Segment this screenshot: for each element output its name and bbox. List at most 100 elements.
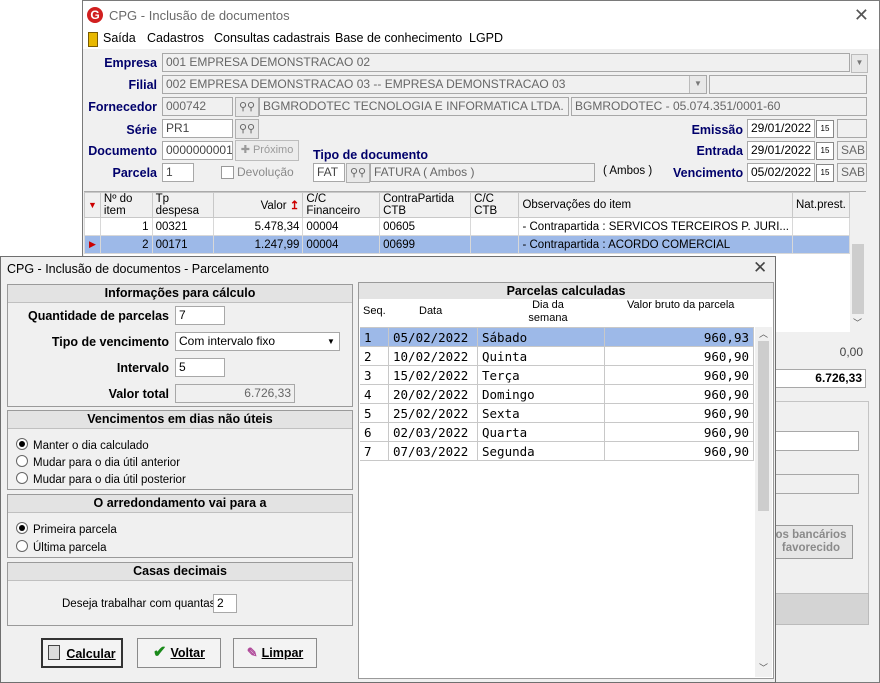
menu-consultas[interactable]: Consultas cadastrais xyxy=(214,31,330,45)
emissao-field[interactable]: 29/01/2022 xyxy=(747,119,815,138)
radio-dot xyxy=(16,455,28,467)
radio-dia-util-posterior[interactable]: Mudar para o dia útil posterior xyxy=(16,472,186,486)
grid-header-valor[interactable]: Valor ↥ xyxy=(212,192,304,218)
entrada-field[interactable]: 29/01/2022 xyxy=(747,141,815,160)
chevron-down-icon[interactable]: ﹀ xyxy=(853,316,862,329)
devolucao-checkbox[interactable] xyxy=(221,166,234,179)
radio-primeira-parcela[interactable]: Primeira parcela xyxy=(16,522,117,536)
vencimento-day-field: SAB xyxy=(837,163,867,182)
chevron-down-icon[interactable]: ▼ xyxy=(851,54,868,73)
grid-cell: - Contrapartida : SERVICOS TERCEIROS P. … xyxy=(518,217,793,236)
filial-select[interactable]: 002 EMPRESA DEMONSTRACAO 03 -- EMPRESA D… xyxy=(162,75,707,94)
parcelas-list: 1 05/02/2022 Sábado 960,93 2 10/02/2022 Quinta… xyxy=(360,327,754,678)
fornecedor-code-field[interactable]: 000742 xyxy=(162,97,233,116)
checkmark-icon: ✔ xyxy=(153,644,167,661)
calendar-icon[interactable]: 15 xyxy=(816,142,834,160)
calendar-icon[interactable]: 15 xyxy=(816,164,834,182)
parcela-label: Parcela xyxy=(112,166,157,180)
parcela-dia-cell: Terça xyxy=(477,365,605,385)
casas-decimais-field[interactable]: 2 xyxy=(213,594,237,613)
parcela-valor-cell: 960,90 xyxy=(604,346,754,366)
close-icon[interactable]: ✕ xyxy=(854,5,869,26)
radio-dia-util-anterior[interactable]: Mudar para o dia útil anterior xyxy=(16,455,180,469)
menu-saida[interactable]: Saída xyxy=(103,31,136,45)
close-icon[interactable]: ✕ xyxy=(753,258,767,278)
menu-cadastros[interactable]: Cadastros xyxy=(147,31,204,45)
table-row[interactable]: 4 20/02/2022 Domingo 960,90 xyxy=(360,384,754,404)
calendar-icon[interactable]: 15 xyxy=(816,120,834,138)
parcelas-scrollbar[interactable]: ︿ ﹀ xyxy=(755,327,772,677)
grid-cell: 00321 xyxy=(151,217,214,236)
grid-header-nat-prest[interactable]: Nat.prest. xyxy=(791,192,851,218)
parcela-dia-cell: Sábado xyxy=(477,328,605,347)
limpar-button[interactable]: ✎ Limpar xyxy=(233,638,317,668)
table-row[interactable]: 7 07/03/2022 Segunda 960,90 xyxy=(360,441,754,461)
table-row[interactable]: ▶ 2 00171 1.247,99 00004 00699 - Contrap… xyxy=(84,235,851,254)
tipo-vencimento-select[interactable]: Com intervalo fixo ▼ xyxy=(175,332,340,351)
table-row[interactable]: 1 00321 5.478,34 00004 00605 - Contrapar… xyxy=(84,217,851,236)
proximo-button[interactable]: ✚ Próximo xyxy=(235,140,299,161)
grid-header-observacoes[interactable]: Observações do item xyxy=(518,192,793,218)
grid-header-cc-ctb[interactable]: C/C CTB xyxy=(470,192,520,218)
grid-header-item[interactable]: Nº do item xyxy=(99,192,153,218)
radio-manter-dia[interactable]: Manter o dia calculado xyxy=(16,438,149,452)
table-row[interactable]: 1 05/02/2022 Sábado 960,93 xyxy=(360,328,754,347)
col-valor-bruto: Valor bruto da parcela xyxy=(627,299,735,311)
parcela-valor-cell: 960,90 xyxy=(604,422,754,442)
table-row[interactable]: 3 15/02/2022 Terça 960,90 xyxy=(360,365,754,385)
fornecedor-name-field: BGMRODOTEC TECNOLOGIA E INFORMATICA LTDA… xyxy=(259,97,569,116)
binoculars-icon[interactable]: ⚲⚲ xyxy=(235,119,259,139)
dados-bancarios-button[interactable]: os bancários favorecido xyxy=(769,525,853,559)
items-table: ▼ Nº do item Tp despesa Valor ↥ C/C Fina… xyxy=(84,192,851,254)
grid-header-contrapartida[interactable]: ContraPartida CTB xyxy=(379,192,472,218)
grid-header-cc-financeiro[interactable]: C/C Financeiro xyxy=(302,192,381,218)
fornecedor-label: Fornecedor xyxy=(88,100,157,114)
parcela-valor-cell: 960,93 xyxy=(604,328,754,347)
menu-bar: Saída Cadastros Consultas cadastrais Bas… xyxy=(83,29,879,49)
serie-field[interactable]: PR1 xyxy=(162,119,233,138)
tipo-doc-code-field[interactable]: FAT xyxy=(313,163,345,182)
binoculars-icon[interactable]: ⚲⚲ xyxy=(235,97,259,117)
grid-cell xyxy=(791,235,851,254)
tipo-vencimento-value: Com intervalo fixo xyxy=(179,334,276,348)
radio-ultima-parcela[interactable]: Última parcela xyxy=(16,540,107,554)
parcela-data-cell: 02/03/2022 xyxy=(388,422,478,442)
emissao-label: Emissão xyxy=(691,123,743,137)
qtd-parcelas-field[interactable]: 7 xyxy=(175,306,225,325)
documento-field[interactable]: 0000000001 xyxy=(162,141,233,160)
voltar-button[interactable]: ✔ Voltar xyxy=(137,638,221,668)
parcelamento-dialog: CPG - Inclusão de documentos - Parcelame… xyxy=(0,256,776,683)
proximo-label: Próximo xyxy=(252,144,294,156)
binoculars-icon[interactable]: ⚲⚲ xyxy=(346,163,370,183)
devolucao-label: Devolução xyxy=(237,165,294,179)
table-row[interactable]: 2 10/02/2022 Quinta 960,90 xyxy=(360,346,754,366)
calcular-button[interactable]: Calcular xyxy=(41,638,123,668)
parcela-valor-cell: 960,90 xyxy=(604,441,754,461)
chevron-up-icon[interactable]: ︿ xyxy=(759,327,768,340)
table-row[interactable]: 6 02/03/2022 Quarta 960,90 xyxy=(360,422,754,442)
scroll-thumb[interactable] xyxy=(758,341,769,511)
table-row[interactable]: 5 25/02/2022 Sexta 960,90 xyxy=(360,403,754,423)
chevron-down-icon[interactable]: ▼ xyxy=(689,76,706,93)
voltar-label: Voltar xyxy=(170,646,205,660)
chevron-down-icon[interactable]: ﹀ xyxy=(759,661,768,674)
scroll-thumb[interactable] xyxy=(852,244,864,314)
parcelas-panel: Parcelas calculadas Seq. Data Dia da sem… xyxy=(358,282,774,679)
grid-scrollbar[interactable]: ﹀ xyxy=(850,192,866,332)
radio-label: Manter o dia calculado xyxy=(33,440,149,452)
casas-decimais-label: Deseja trabalhar com quantas xyxy=(62,598,216,610)
parcela-dia-cell: Quarta xyxy=(477,422,605,442)
sort-icon: ↥ xyxy=(289,200,300,212)
menu-base-conhecimento[interactable]: Base de conhecimento xyxy=(335,31,462,45)
chevron-down-icon[interactable]: ▼ xyxy=(324,334,338,349)
total-field-2: 6.726,33 xyxy=(773,369,866,388)
empresa-select[interactable]: 001 EMPRESA DEMONSTRACAO 02 xyxy=(162,53,850,72)
parcela-dia-cell: Sexta xyxy=(477,403,605,423)
parcela-field[interactable]: 1 xyxy=(162,163,194,182)
grid-header-tp-despesa[interactable]: Tp despesa xyxy=(151,192,214,218)
menu-lgpd[interactable]: LGPD xyxy=(469,31,503,45)
calculator-icon xyxy=(48,645,61,660)
vencimento-field[interactable]: 05/02/2022 xyxy=(747,163,815,182)
entrada-day-field: SAB xyxy=(837,141,867,160)
intervalo-field[interactable]: 5 xyxy=(175,358,225,377)
